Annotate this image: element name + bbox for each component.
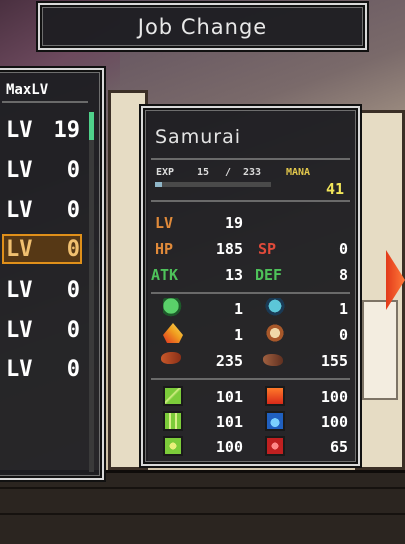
level-tag: LV [6,317,33,343]
level-row-selected[interactable]: LV 0 [2,234,82,264]
level-value: 19 [53,117,81,143]
level-row[interactable]: LV 0 [2,315,82,345]
max-level-header: MaxLV [6,82,49,98]
equip-value: 1 [233,300,243,318]
element-value: 101 [215,388,243,406]
panel-divider [151,378,350,380]
level-row[interactable]: LV 0 [2,195,82,225]
stat-lv-label: LV [155,214,174,232]
water-drop-element-icon [265,411,285,431]
dried-meat-icon [263,354,283,366]
level-value: 0 [66,277,80,303]
level-value: 0 [66,197,80,223]
list-scrollbar-thumb[interactable] [89,112,94,140]
level-row[interactable]: LV 0 [2,354,82,384]
stat-atk-value: 13 [224,266,243,284]
blue-helmet-icon [265,298,285,318]
element-value: 100 [320,413,348,431]
stat-sp-label: SP [258,240,277,258]
max-level-list[interactable]: MaxLV LV 19 LV 0 LV 0 LV 0 LV 0 LV 0 LV … [0,68,104,480]
background-floor [0,470,405,544]
meat-icon [161,352,181,364]
exp-separator: / [225,167,232,178]
stat-def-label: DEF [255,266,283,284]
equip-value: 0 [338,326,348,344]
stat-lv-value: 19 [224,214,243,232]
level-tag: LV [6,277,33,303]
fire-badge-icon [163,323,183,343]
stat-sp-value: 0 [338,240,348,258]
equip-value: 1 [338,300,348,318]
level-row[interactable]: LV 0 [2,155,82,185]
panel-divider [151,292,350,294]
element-value: 101 [215,413,243,431]
element-value: 65 [329,438,348,456]
job-detail-panel: Samurai EXP 15 / 233 MANA 41 LV 19 HP 18… [141,106,360,466]
stat-hp-label: HP [155,240,174,258]
exp-label: EXP [156,167,175,178]
level-tag: LV [6,117,33,143]
equip-value: 235 [215,352,243,370]
stat-hp-value: 185 [215,240,243,258]
panel-divider [151,200,350,202]
green-helmet-icon [163,298,183,318]
level-tag: LV [6,197,33,223]
coin-s-icon [265,323,285,343]
mana-label: MANA [286,167,311,178]
sword-element-icon [163,386,183,406]
earth-spikes-element-icon [163,411,183,431]
level-value: 0 [66,356,80,382]
list-scrollbar-track[interactable] [89,112,94,472]
equip-value: 1 [233,326,243,344]
fire-element-icon [265,386,285,406]
window-title: Job Change [137,15,268,39]
exp-progress-fill [155,182,163,187]
exp-progress-bar [155,182,271,187]
panel-divider [151,158,350,160]
floor-line [0,513,405,515]
background-paper-note [362,300,398,400]
floor-line [0,487,405,489]
header-divider [2,101,88,103]
job-name: Samurai [155,126,241,148]
stat-atk-label: ATK [151,266,179,284]
nature-element-icon [163,436,183,456]
level-tag: LV [6,356,33,382]
level-tag: LV [6,157,33,183]
stat-def-value: 8 [338,266,348,284]
level-value: 0 [66,317,80,343]
exp-current: 15 [197,167,210,178]
title-bar: Job Change [38,3,367,50]
equip-value: 155 [320,352,348,370]
level-value: 0 [66,236,80,262]
level-value: 0 [66,157,80,183]
level-row[interactable]: LV 19 [2,115,82,145]
red-rune-element-icon [265,436,285,456]
mana-value: 41 [325,180,344,198]
exp-max: 233 [243,167,262,178]
level-tag: LV [6,236,33,262]
element-value: 100 [320,388,348,406]
element-value: 100 [215,438,243,456]
level-row[interactable]: LV 0 [2,275,82,305]
